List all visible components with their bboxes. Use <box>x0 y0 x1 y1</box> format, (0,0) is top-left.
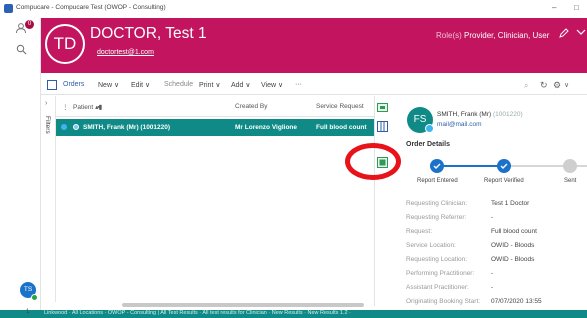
column-created-by[interactable]: Created By <box>235 103 268 110</box>
highlight-annotation-circle <box>345 143 401 180</box>
panel-divider <box>374 96 375 306</box>
left-rail <box>0 18 41 318</box>
toolbar <box>41 76 587 95</box>
edit-label: Edit <box>131 82 144 89</box>
search-icon[interactable] <box>14 44 28 58</box>
online-status-dot <box>31 294 38 301</box>
print-button[interactable]: Print ∨ <box>199 81 220 89</box>
field-value: 07/07/2020 13:55 <box>491 298 542 305</box>
progress-track-complete <box>440 165 503 167</box>
field-value: Test 1 Doctor <box>491 200 530 207</box>
status-text: Linkwood · All Locations · OWOP - Consul… <box>44 310 351 316</box>
doctor-name: DOCTOR, Test 1 <box>90 25 207 42</box>
field-label: Request: <box>406 228 433 235</box>
field-value: - <box>491 270 494 277</box>
patient-name: SMITH, Frank (Mr) (1001220) <box>437 111 523 118</box>
expand-filters-icon[interactable]: › <box>45 100 47 107</box>
patient-status-dot <box>61 124 67 130</box>
more-button[interactable]: ··· <box>295 81 302 88</box>
summary-panel-icon[interactable] <box>377 99 388 112</box>
roles-value: Provider, Clinician, User <box>464 31 550 40</box>
status-number: 1 <box>26 309 30 315</box>
field-value: OWID - Bloods <box>491 242 535 249</box>
search-icon[interactable]: ⌕ <box>524 81 528 91</box>
new-button[interactable]: New ∨ <box>98 81 119 89</box>
field-label: Requesting Clinician: <box>406 200 468 207</box>
field-value: - <box>491 214 494 221</box>
row-select-radio[interactable] <box>73 124 79 130</box>
field-label: Requesting Location: <box>406 256 468 263</box>
step-label: Report Entered <box>417 178 458 184</box>
notification-badge: 0 <box>25 20 34 29</box>
patient-status-dot <box>425 124 434 133</box>
settings-chevron-icon[interactable]: ∨ <box>564 81 569 89</box>
field-value: Full blood count <box>491 228 537 235</box>
window-title-bar: Compucare - Compucare Test (OWOP - Consu… <box>0 0 587 19</box>
roles-info: Role(s) Provider, Clinician, User <box>436 31 549 40</box>
columns-icon[interactable] <box>377 119 388 132</box>
field-label: Assistant Practitioner: <box>406 284 469 291</box>
edit-button[interactable]: Edit ∨ <box>131 81 150 89</box>
step-report-verified-icon <box>497 159 511 173</box>
chevron-down-icon[interactable] <box>576 28 586 39</box>
doctor-avatar: TD <box>45 24 85 64</box>
settings-gear-icon[interactable]: ⚙ <box>553 80 561 91</box>
step-sent-icon <box>563 159 577 173</box>
column-service-request[interactable]: Service Request <box>316 103 364 110</box>
field-label: Service Location: <box>406 242 456 249</box>
roles-label: Role(s) <box>436 31 462 40</box>
field-label: Requesting Referrer: <box>406 214 467 221</box>
field-label: Originating Booking Start: <box>406 298 481 305</box>
view-label: View <box>261 82 277 89</box>
cell-service-request: Full blood count <box>316 124 367 131</box>
step-label: Sent <box>564 178 577 184</box>
maximize-button[interactable]: □ <box>574 3 579 12</box>
column-patient[interactable]: Patient ▴▪▮ <box>73 103 102 111</box>
view-button[interactable]: View ∨ <box>261 81 283 89</box>
step-report-entered-icon <box>430 159 444 173</box>
doctor-email-link[interactable]: doctortest@1.com <box>97 49 154 56</box>
cell-created-by: Mr Lorenzo Viglione <box>235 124 297 131</box>
patient-name-text: SMITH, Frank (Mr) <box>437 111 492 118</box>
patient-email-link[interactable]: mail@mail.com <box>437 121 482 128</box>
cell-patient: SMITH, Frank (Mr) (1001220) <box>83 124 171 131</box>
field-value: - <box>491 284 494 291</box>
schedule-button[interactable]: Schedule <box>164 81 193 88</box>
order-details-title: Order Details <box>406 141 450 148</box>
orders-icon <box>47 80 57 90</box>
horizontal-scrollbar[interactable] <box>122 303 364 307</box>
window-title: Compucare - Compucare Test (OWOP - Consu… <box>16 4 166 11</box>
edit-pencil-icon[interactable] <box>558 28 569 42</box>
refresh-icon[interactable]: ↻ <box>540 80 548 91</box>
step-label: Report Verified <box>484 178 524 184</box>
orders-tab[interactable]: Orders <box>63 81 84 88</box>
patient-id: (1001220) <box>492 111 523 118</box>
filters-label[interactable]: Filters <box>44 116 51 134</box>
add-label: Add <box>231 82 244 89</box>
app-icon <box>4 4 13 13</box>
field-label: Performing Practitioner: <box>406 270 475 277</box>
field-value: OWID - Bloods <box>491 256 535 263</box>
minimize-button[interactable]: – <box>552 3 556 12</box>
new-label: New <box>98 82 113 89</box>
print-label: Print <box>199 82 214 89</box>
column-patient-label: Patient <box>73 104 94 111</box>
add-button[interactable]: Add ∨ <box>231 81 251 89</box>
column-drag-icon[interactable]: ⋮ <box>62 103 69 111</box>
